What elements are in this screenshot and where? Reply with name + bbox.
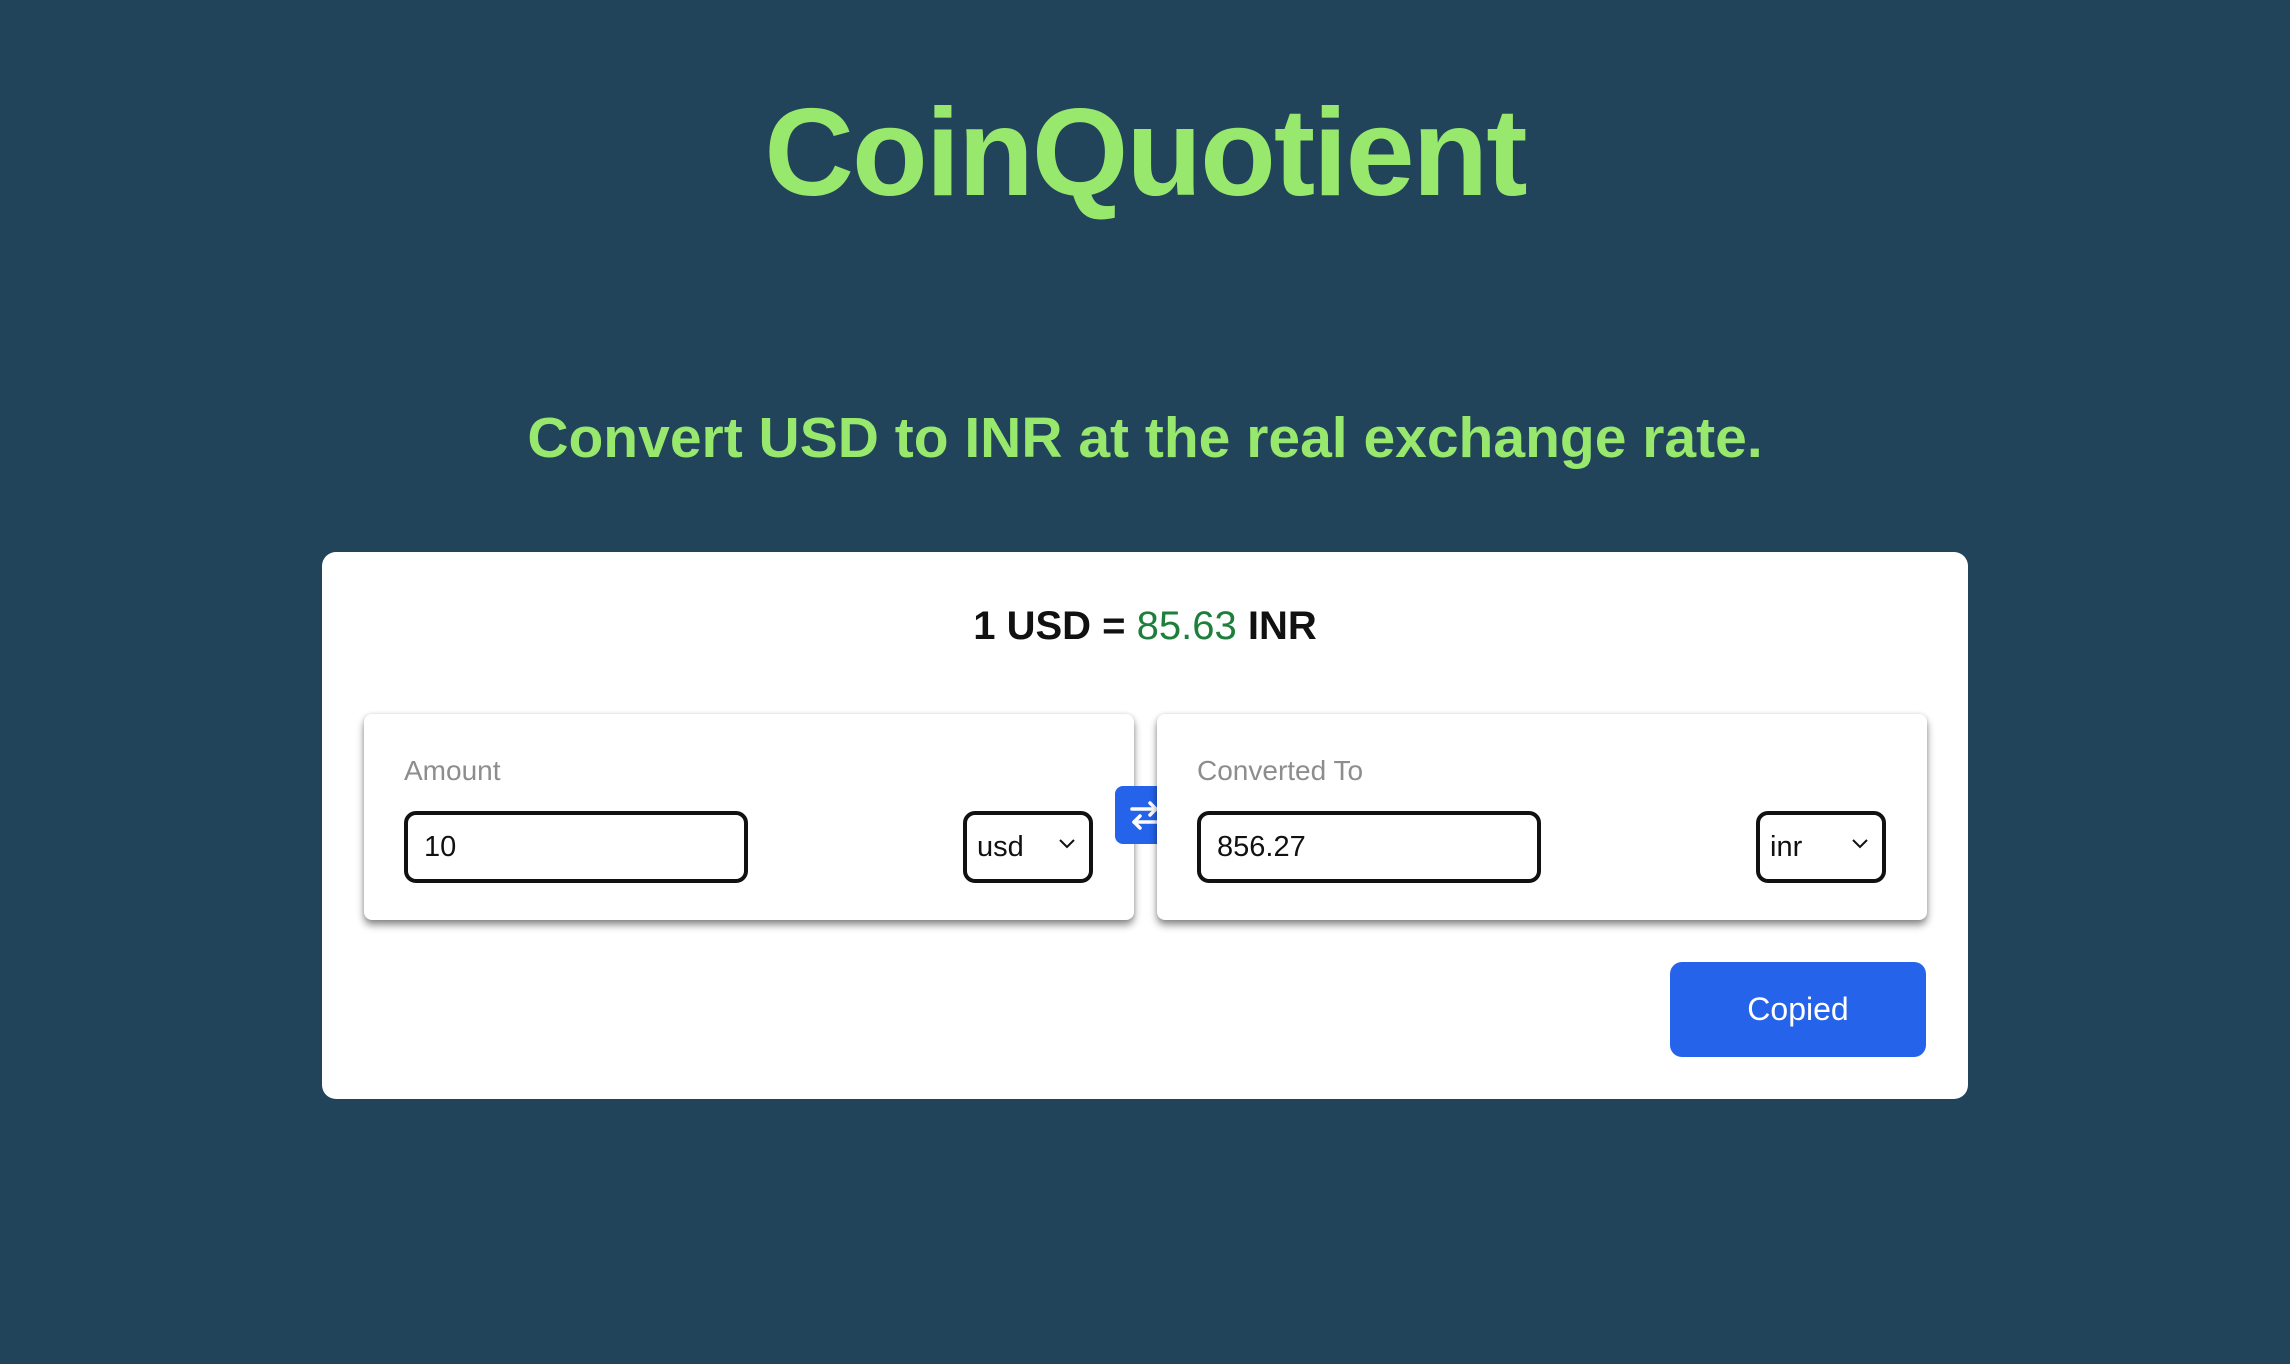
chevron-down-icon (1852, 839, 1868, 849)
rate-suffix: INR (1236, 604, 1317, 648)
amount-label: Amount (404, 755, 501, 786)
amount-panel: Amount usd (364, 714, 1134, 920)
rate-prefix: 1 USD = (973, 604, 1137, 648)
converted-panel: Converted To inr (1157, 714, 1927, 920)
chevron-down-icon (1059, 839, 1075, 849)
amount-input[interactable] (404, 811, 748, 883)
from-currency-select[interactable]: usd (963, 811, 1093, 883)
converter-card: 1 USD = 85.63 INR Amount usd Converted T… (322, 552, 1968, 1099)
rate-value: 85.63 (1136, 604, 1237, 648)
converted-label: Converted To (1197, 755, 1364, 786)
app-title: CoinQuotient (764, 84, 1527, 222)
converted-input[interactable] (1197, 811, 1541, 883)
to-currency-value: inr (1770, 831, 1803, 863)
page-tagline: Convert USD to INR at the real exchange … (527, 406, 1763, 470)
to-currency-select[interactable]: inr (1756, 811, 1886, 883)
from-currency-value: usd (977, 831, 1024, 863)
copy-button[interactable]: Copied (1670, 962, 1926, 1057)
exchange-rate-line: 1 USD = 85.63 INR (322, 592, 1968, 660)
